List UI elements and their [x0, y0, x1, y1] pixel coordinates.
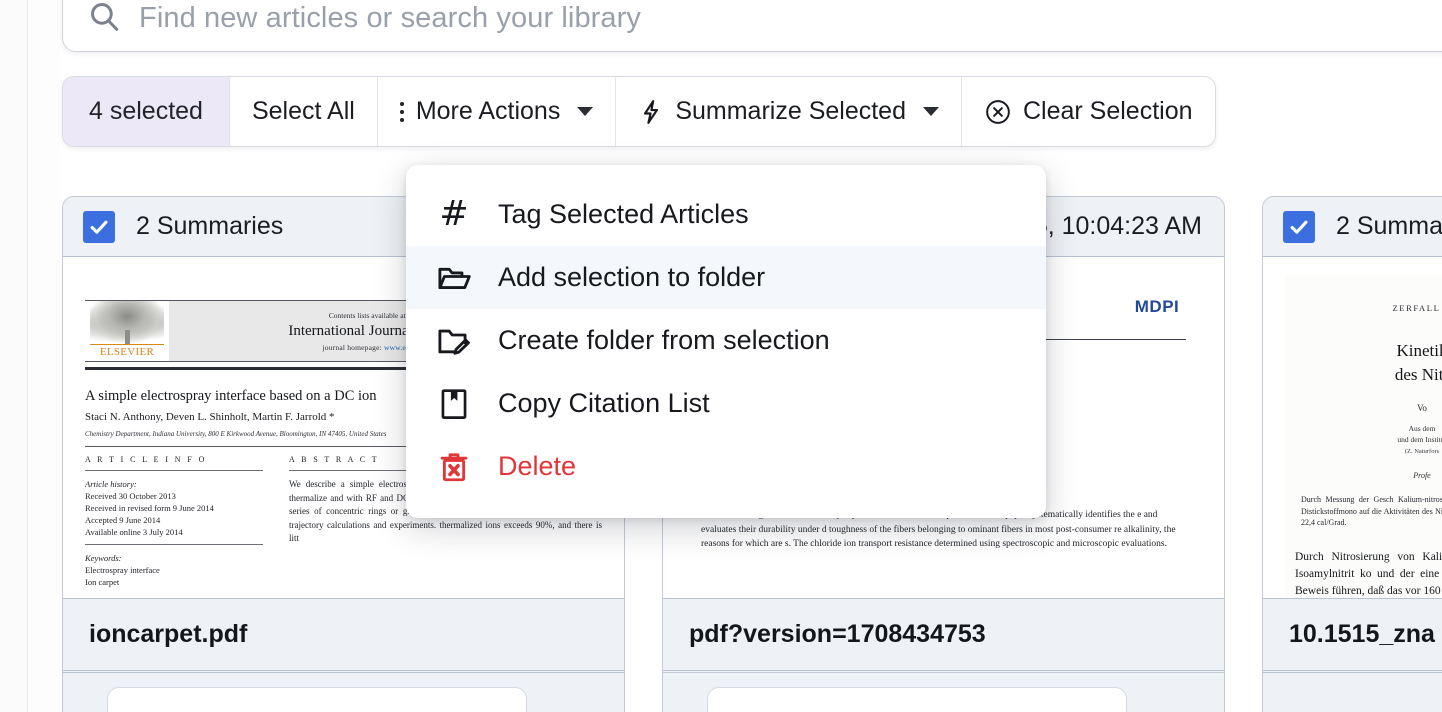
menu-item-label: Copy Citation List — [498, 388, 710, 418]
menu-item-label: Delete — [498, 451, 577, 481]
summaries-count-label: 2 Summaries — [136, 212, 284, 240]
institute-line: Aus dem — [1408, 424, 1436, 433]
search-bar[interactable]: Find new articles or search your library — [62, 0, 1442, 52]
pdf-page-preview: ZERFALL D Kinetik des Nitr Vo Aus dem un… — [1285, 275, 1442, 598]
body-text: Durch Nitrosierung von Kalium monosulfon… — [1295, 550, 1442, 597]
lightning-bolt-icon — [638, 99, 664, 125]
menu-item-copy-citation-list[interactable]: Copy Citation List — [406, 372, 1046, 435]
search-icon — [87, 0, 121, 33]
article-info-column: A R T I C L E I N F O Article history: R… — [85, 455, 263, 588]
summarize-selected-label: Summarize Selected — [675, 97, 906, 125]
menu-item-add-selection-to-folder[interactable]: Add selection to folder — [406, 246, 1046, 309]
article-title: Kinetik des Nitr — [1285, 313, 1442, 387]
chevron-down-icon — [577, 107, 594, 116]
article-history: Article history: Received 30 October 201… — [85, 478, 263, 538]
selected-count-label: 4 selected — [89, 97, 203, 125]
article-card-footer: ioncarpet.pdf — [63, 598, 624, 670]
elsevier-logo: ELSEVIER — [85, 301, 169, 361]
article-filename: ioncarpet.pdf — [89, 620, 248, 648]
menu-item-delete[interactable]: Delete — [406, 435, 1046, 498]
article-info-heading: A R T I C L E I N F O — [85, 455, 207, 464]
vertical-dots-icon — [399, 101, 405, 123]
folder-plus-edit-icon — [434, 321, 474, 361]
keyword: Electrospray interface — [85, 565, 160, 575]
article-title-line: des Nitr — [1394, 365, 1442, 384]
article-byline: Vo — [1417, 403, 1427, 413]
menu-item-label: Create folder from selection — [498, 325, 830, 355]
menu-item-tag-selected-articles[interactable]: # Tag Selected Articles — [406, 183, 1046, 246]
library-screen: Find new articles or search your library… — [0, 0, 1442, 712]
article-thumbnail[interactable]: ZERFALL D Kinetik des Nitr Vo Aus dem un… — [1263, 257, 1442, 598]
circle-x-icon — [984, 98, 1012, 126]
summarize-selected-button[interactable]: Summarize Selected — [616, 77, 962, 146]
elsevier-tree-icon — [90, 301, 164, 344]
column-rule — [85, 544, 263, 545]
next-row-pill[interactable] — [107, 687, 527, 712]
summaries-count-label: 2 Summarie — [1336, 212, 1442, 240]
homepage-label: journal homepage: — [322, 342, 384, 352]
select-all-button[interactable]: Select All — [229, 77, 378, 146]
page-left-gutter — [0, 0, 28, 712]
article-dedication: Profe — [1413, 471, 1431, 480]
search-input-placeholder[interactable]: Find new articles or search your library — [139, 1, 641, 35]
select-all-label: Select All — [251, 97, 355, 125]
menu-item-create-folder-from-selection[interactable]: Create folder from selection — [406, 309, 1046, 372]
article-filename: 10.1515_zna — [1289, 620, 1435, 648]
history-line: Available online 3 July 2014 — [85, 527, 183, 537]
article-filename: pdf?version=1708434753 — [689, 620, 986, 648]
article-date-label: 5, 10:04:23 AM — [1033, 212, 1202, 240]
more-actions-button[interactable]: More Actions — [377, 77, 617, 146]
next-row-pill[interactable] — [707, 687, 1127, 712]
abstract-text: Durch Messung der Gesch Kalium-nitrosohy… — [1301, 495, 1442, 527]
article-title-line: Kinetik — [1396, 341, 1442, 360]
article-card-footer: pdf?version=1708434753 — [663, 598, 1224, 670]
next-card-row-edge — [1262, 672, 1442, 712]
article-select-checkbox[interactable] — [83, 210, 115, 243]
next-card-row-edge — [662, 672, 1225, 712]
mdpi-wordmark: MDPI — [1134, 297, 1180, 316]
column-rule — [85, 470, 263, 471]
article-select-checkbox[interactable] — [1283, 210, 1315, 243]
bookmark-page-icon — [434, 384, 474, 424]
history-line: Accepted 9 June 2014 — [85, 515, 161, 525]
selected-count-badge: 4 selected — [63, 77, 230, 146]
article-card[interactable]: 2 Summarie ZERFALL D Kinetik des Nitr Vo… — [1262, 196, 1442, 712]
menu-item-label: Tag Selected Articles — [498, 199, 749, 229]
journal-running-head: ZERFALL D — [1392, 303, 1442, 313]
history-heading: Article history: — [85, 479, 137, 489]
selection-toolbar: 4 selected Select All More Actions Summa… — [62, 76, 1216, 147]
article-keywords: Keywords: Electrospray interface Ion car… — [85, 552, 263, 588]
page-left-gutter-inner — [29, 0, 60, 712]
article-card-header: 2 Summarie — [1263, 197, 1442, 257]
trash-x-icon — [434, 447, 474, 487]
journal-reference: (Z. Naturfors — [1404, 448, 1440, 455]
more-actions-menu: # Tag Selected Articles Add selection to… — [406, 165, 1046, 518]
article-card-footer: 10.1515_zna — [1263, 598, 1442, 670]
clear-selection-button[interactable]: Clear Selection — [961, 77, 1215, 146]
history-line: Received in revised form 9 June 2014 — [85, 503, 214, 513]
clear-selection-label: Clear Selection — [1022, 97, 1193, 125]
next-card-row-edge — [62, 672, 625, 712]
mdpi-logo: MDPI — [1128, 289, 1186, 325]
hash-icon: # — [439, 194, 469, 234]
elsevier-wordmark: ELSEVIER — [90, 344, 164, 358]
contents-label: Contents lists available at — [328, 310, 408, 320]
keyword: Ion carpet — [85, 577, 120, 587]
folder-open-icon — [434, 258, 474, 298]
menu-item-label: Add selection to folder — [498, 262, 766, 292]
chevron-down-icon — [922, 107, 939, 116]
article-institute: Aus dem und dem Institut — [1285, 413, 1442, 445]
history-line: Received 30 October 2013 — [85, 491, 176, 501]
institute-line: und dem Institut — [1397, 435, 1442, 444]
keywords-heading: Keywords: — [85, 553, 122, 563]
more-actions-label: More Actions — [415, 97, 561, 125]
